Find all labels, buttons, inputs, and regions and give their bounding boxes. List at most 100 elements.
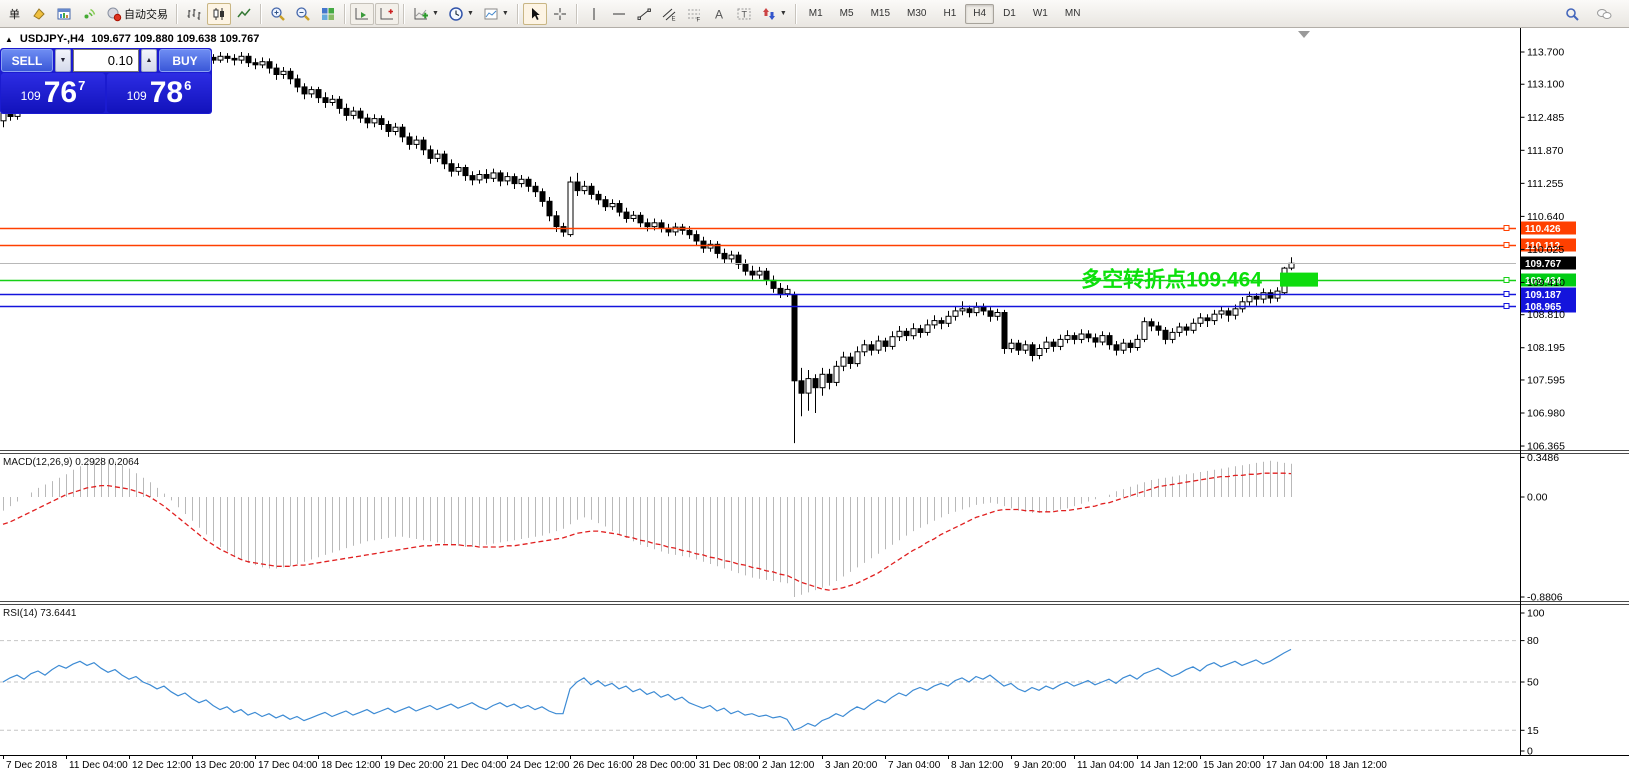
periods-button[interactable]: ▼ <box>444 3 478 25</box>
rsi-line <box>3 649 1291 730</box>
autoscroll-icon <box>354 6 370 22</box>
timeframe-w1-button[interactable]: W1 <box>1025 4 1056 24</box>
sell-price-pip: 7 <box>78 78 85 113</box>
svg-text:2 Jan 12:00: 2 Jan 12:00 <box>762 760 815 771</box>
svg-text:18 Jan 12:00: 18 Jan 12:00 <box>1329 760 1387 771</box>
arrows-tool-button[interactable]: ▼ <box>757 3 791 25</box>
svg-text:100: 100 <box>1527 608 1545 620</box>
zoom-out-icon <box>295 6 311 22</box>
fibonacci-tool-button[interactable]: F <box>682 3 706 25</box>
chart-window-button[interactable] <box>52 3 76 25</box>
chat-button[interactable] <box>1592 3 1616 25</box>
chat-icon <box>1596 6 1612 22</box>
line-chart-button[interactable] <box>232 3 256 25</box>
zoom-out-button[interactable] <box>291 3 315 25</box>
toolbar-separator <box>344 4 346 24</box>
svg-text:13 Dec 20:00: 13 Dec 20:00 <box>195 760 255 771</box>
svg-text:113.700: 113.700 <box>1527 47 1564 59</box>
chart-window-icon <box>56 6 72 22</box>
timeframe-h4-button[interactable]: H4 <box>965 4 994 24</box>
new-order-button[interactable] <box>27 3 51 25</box>
svg-text:110.426: 110.426 <box>1525 224 1561 235</box>
sell-price-main: 76 <box>44 73 77 113</box>
svg-text:11 Jan 04:00: 11 Jan 04:00 <box>1077 760 1135 771</box>
svg-text:108.810: 108.810 <box>1527 309 1565 321</box>
fibo-icon: F <box>686 6 702 22</box>
signal-button[interactable] <box>77 3 101 25</box>
svg-text:3 Jan 20:00: 3 Jan 20:00 <box>825 760 878 771</box>
timeframe-m15-button[interactable]: M15 <box>863 4 898 24</box>
buy-price-prefix: 109 <box>127 89 147 113</box>
svg-text:108.195: 108.195 <box>1527 342 1565 354</box>
search-button[interactable] <box>1560 3 1584 25</box>
indicators-icon <box>413 6 429 22</box>
lot-size-input[interactable] <box>73 49 139 72</box>
zoom-in-icon <box>270 6 286 22</box>
indicators-list-button[interactable]: ▼ <box>409 3 443 25</box>
toolbar-separator <box>176 4 178 24</box>
auto-trading-button[interactable]: 自动交易 <box>102 3 172 25</box>
svg-text:7 Dec 2018: 7 Dec 2018 <box>6 760 58 771</box>
svg-text:80: 80 <box>1527 635 1539 647</box>
buy-button[interactable]: BUY <box>159 49 211 72</box>
trendline-tool-button[interactable] <box>632 3 656 25</box>
chart-canvas[interactable]: 110.426110.112109.767109.464109.187108.9… <box>0 0 1629 776</box>
auto-scroll-button[interactable] <box>350 3 374 25</box>
new-order-cut-label: 单 <box>9 6 20 22</box>
rsi-indicator-label: RSI(14) 73.6441 <box>3 608 76 619</box>
chevron-down-icon[interactable]: ▼ <box>432 10 439 17</box>
timeframe-h1-button[interactable]: H1 <box>935 4 964 24</box>
buy-price-main: 78 <box>150 73 183 113</box>
tline-icon <box>636 6 652 22</box>
auto-trading-label: 自动交易 <box>124 6 168 22</box>
channel-tool-button[interactable]: E <box>657 3 681 25</box>
lot-decrease-button[interactable]: ▼ <box>55 49 71 72</box>
svg-text:106.980: 106.980 <box>1527 407 1565 419</box>
buy-price-display[interactable]: 109 78 6 <box>107 73 211 113</box>
new-order-cut-button[interactable]: 单 <box>3 3 26 25</box>
timeframe-mn-button[interactable]: MN <box>1057 4 1089 24</box>
label-tool-button[interactable]: T <box>732 3 756 25</box>
crosshair-button[interactable] <box>548 3 572 25</box>
templates-button[interactable]: ▼ <box>479 3 513 25</box>
timeframe-d1-button[interactable]: D1 <box>995 4 1024 24</box>
svg-text:E: E <box>671 16 675 22</box>
ohlc-values: 109.677 109.880 109.638 109.767 <box>91 33 259 45</box>
zoom-in-button[interactable] <box>266 3 290 25</box>
autotrade-icon <box>106 6 122 22</box>
svg-text:107.595: 107.595 <box>1527 374 1565 386</box>
toolbar-right-group <box>1560 3 1626 25</box>
timeframe-m30-button[interactable]: M30 <box>899 4 934 24</box>
text-tool-button[interactable]: A <box>707 3 731 25</box>
svg-text:12 Dec 12:00: 12 Dec 12:00 <box>132 760 192 771</box>
svg-text:8 Jan 12:00: 8 Jan 12:00 <box>951 760 1004 771</box>
timeframe-m1-button[interactable]: M1 <box>801 4 831 24</box>
toolbar: 单 自动交易 ▼ ▼ ▼ E FAT ▼ M1M5M15M30H1H4D1W1MN <box>0 0 1629 28</box>
cursor-icon <box>527 6 543 22</box>
sell-price-prefix: 109 <box>21 89 41 113</box>
chevron-down-icon[interactable]: ▼ <box>780 10 787 17</box>
timeframe-m5-button[interactable]: M5 <box>832 4 862 24</box>
collapse-panel-icon[interactable]: ▲ <box>5 35 13 44</box>
chart-shift-button[interactable] <box>375 3 399 25</box>
rsi-layer <box>0 641 1516 731</box>
buy-price-pip: 6 <box>184 78 191 113</box>
text-label-icon: T <box>736 6 752 22</box>
candle-chart-button[interactable] <box>207 3 231 25</box>
chevron-down-icon[interactable]: ▼ <box>467 10 474 17</box>
sell-price-display[interactable]: 109 76 7 <box>1 73 105 113</box>
svg-text:19 Dec 20:00: 19 Dec 20:00 <box>384 760 444 771</box>
bar-chart-button[interactable] <box>182 3 206 25</box>
cursor-button[interactable] <box>523 3 547 25</box>
svg-text:110.640: 110.640 <box>1527 211 1564 223</box>
vertical-line-tool-button[interactable] <box>582 3 606 25</box>
signal-icon <box>81 6 97 22</box>
svg-text:15: 15 <box>1527 725 1539 737</box>
tile-windows-button[interactable] <box>316 3 340 25</box>
horizontal-line-tool-button[interactable] <box>607 3 631 25</box>
chevron-down-icon[interactable]: ▼ <box>502 10 509 17</box>
lot-increase-button[interactable]: ▲ <box>141 49 157 72</box>
svg-text:111.870: 111.870 <box>1527 145 1564 157</box>
sell-button[interactable]: SELL <box>1 49 53 72</box>
chart-title: ▲ USDJPY-,H4 109.677 109.880 109.638 109… <box>5 33 259 45</box>
